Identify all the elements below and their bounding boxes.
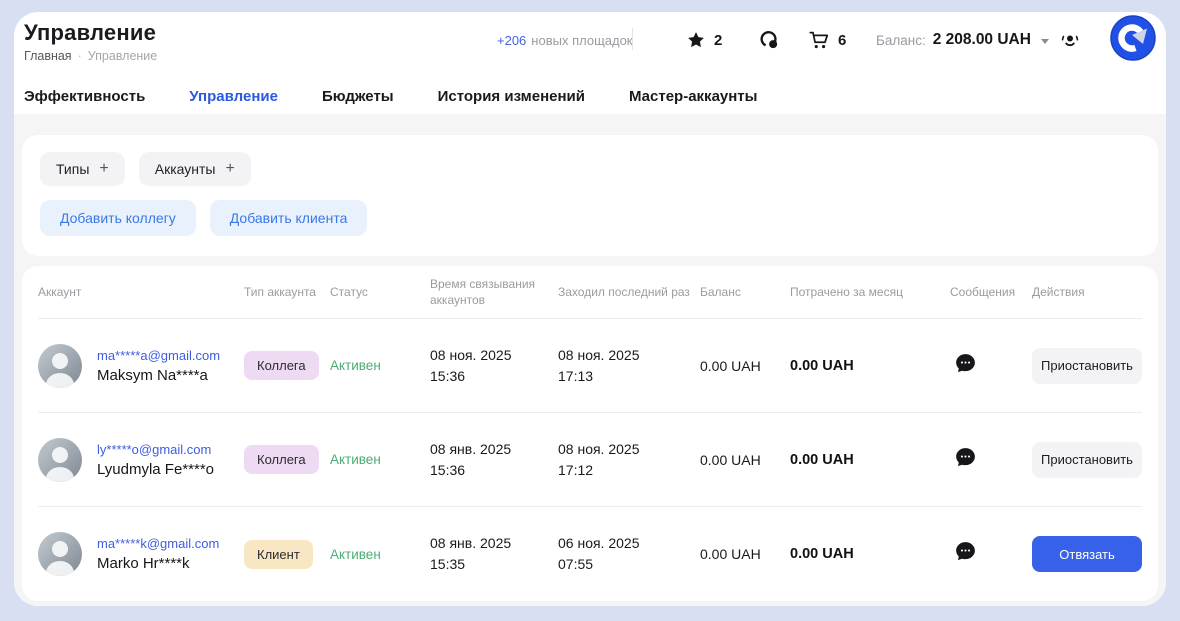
balance-dropdown[interactable]: Баланс: 2 208.00 UAH (876, 28, 1049, 52)
tab-effectiveness[interactable]: Эффективность (24, 88, 145, 117)
balance-cell: 0.00 UAH (700, 546, 790, 562)
tab-change-history[interactable]: История изменений (438, 88, 585, 117)
cart-count: 6 (838, 32, 846, 49)
topbar-divider (632, 28, 633, 50)
linked-time-cell: 08 янв. 202515:36 (430, 439, 558, 481)
status-label: Активен (330, 452, 430, 467)
types-filter-label: Типы (56, 161, 89, 177)
spent-cell: 0.00 UAH (790, 546, 950, 562)
tab-management[interactable]: Управление (189, 88, 278, 117)
linked-time-cell: 08 янв. 202515:35 (430, 533, 558, 575)
account-name: Marko Hr****k (97, 555, 219, 572)
main-window: Управление Главная · Управление +206 новых… (14, 12, 1166, 606)
tab-budgets[interactable]: Бюджеты (322, 88, 394, 117)
avatar (38, 344, 82, 388)
account-name: Maksym Na****a (97, 367, 220, 384)
account-email[interactable]: ma*****a@gmail.com (97, 348, 220, 363)
col-account-type: Тип аккаунта (244, 284, 330, 300)
favorites-counter[interactable]: 2 (686, 28, 722, 52)
favorites-count: 2 (714, 32, 722, 49)
account-email[interactable]: ly*****o@gmail.com (97, 442, 214, 457)
col-last-seen: Заходил последний раз (558, 284, 700, 300)
table-row: ly*****o@gmail.com Lyudmyla Fe****o Колл… (38, 413, 1142, 507)
col-messages: Сообщения (950, 284, 1032, 300)
col-actions: Действия (1032, 284, 1142, 300)
breadcrumb-current: Управление (88, 49, 158, 63)
breadcrumb: Главная · Управление (24, 49, 157, 63)
page-title: Управление (24, 20, 156, 46)
message-icon[interactable] (954, 352, 978, 376)
cart-counter[interactable]: 6 (808, 28, 846, 52)
table-row: ma*****k@gmail.com Marko Hr****k Клиент … (38, 507, 1142, 601)
last-seen-cell: 06 ноя. 202507:55 (558, 533, 700, 575)
balance-label: Баланс: (876, 33, 926, 48)
add-client-button[interactable]: Добавить клиента (210, 200, 368, 236)
status-label: Активен (330, 547, 430, 562)
balance-cell: 0.00 UAH (700, 358, 790, 374)
new-sites-count: +206 (497, 33, 526, 48)
plus-icon: + (225, 160, 234, 178)
unlink-button[interactable]: Отвязать (1032, 536, 1142, 572)
notifications-button[interactable] (1058, 28, 1082, 52)
notifications-icon (1058, 28, 1082, 52)
new-sites-link[interactable]: +206 новых площадок (497, 28, 633, 52)
breadcrumb-home[interactable]: Главная (24, 49, 72, 63)
account-email[interactable]: ma*****k@gmail.com (97, 536, 219, 551)
accounts-filter-label: Аккаунты (155, 161, 216, 177)
col-spent-month: Потрачено за месяц (790, 284, 950, 300)
table-header-row: Аккаунт Тип аккаунта Статус Время связыв… (38, 266, 1142, 319)
new-sites-label: новых площадок (531, 33, 632, 48)
star-icon (686, 30, 706, 50)
suspend-button[interactable]: Приостановить (1032, 442, 1142, 478)
message-icon[interactable] (954, 540, 978, 564)
tab-master-accounts[interactable]: Мастер-аккаунты (629, 88, 757, 117)
last-seen-cell: 08 ноя. 202517:13 (558, 345, 700, 387)
col-balance: Баланс (700, 284, 790, 300)
account-type-badge: Коллега (244, 351, 319, 380)
linked-time-cell: 08 ноя. 202515:36 (430, 345, 558, 387)
balance-cell: 0.00 UAH (700, 452, 790, 468)
spent-cell: 0.00 UAH (790, 452, 950, 468)
account-type-badge: Клиент (244, 540, 313, 569)
message-icon[interactable] (954, 446, 978, 470)
col-status: Статус (330, 284, 430, 300)
balance-value: 2 208.00 UAH (933, 31, 1031, 49)
plus-icon: + (99, 160, 108, 178)
last-seen-cell: 08 ноя. 202517:12 (558, 439, 700, 481)
avatar (38, 532, 82, 576)
messages-shortcut[interactable] (758, 28, 780, 52)
col-account: Аккаунт (38, 284, 244, 300)
cart-icon (808, 29, 830, 51)
table-row: ma*****a@gmail.com Maksym Na****a Коллег… (38, 319, 1142, 413)
accounts-filter-button[interactable]: Аккаунты + (139, 152, 251, 186)
accounts-table: Аккаунт Тип аккаунта Статус Время связыв… (22, 266, 1158, 601)
suspend-button[interactable]: Приостановить (1032, 348, 1142, 384)
chevron-down-icon (1041, 39, 1049, 44)
account-name: Lyudmyla Fe****o (97, 461, 214, 478)
app-logo[interactable] (1110, 15, 1156, 61)
col-linked-time: Время связывания аккаунтов (430, 276, 558, 308)
filters-card: Типы + Аккаунты + Добавить коллегу Добав… (22, 135, 1158, 256)
account-type-badge: Коллега (244, 445, 319, 474)
status-label: Активен (330, 358, 430, 373)
avatar (38, 438, 82, 482)
add-colleague-button[interactable]: Добавить коллегу (40, 200, 196, 236)
tab-bar: Эффективность Управление Бюджеты История… (24, 88, 757, 117)
spent-cell: 0.00 UAH (790, 358, 950, 374)
messages-icon (758, 29, 780, 51)
types-filter-button[interactable]: Типы + (40, 152, 125, 186)
content-area: Типы + Аккаунты + Добавить коллегу Добав… (14, 114, 1166, 606)
breadcrumb-separator: · (78, 49, 82, 63)
